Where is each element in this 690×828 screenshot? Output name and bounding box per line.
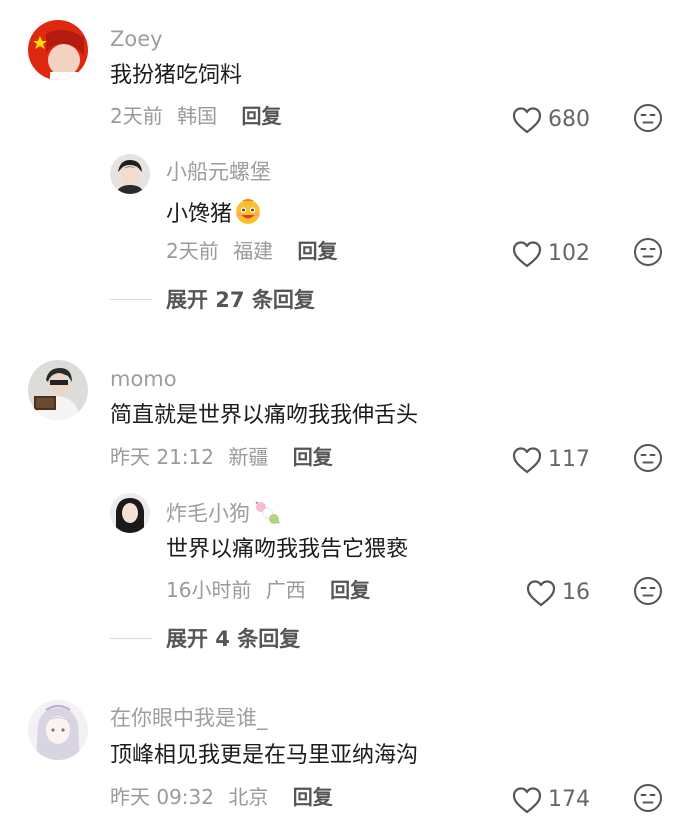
comment-meta: 2天前 韩国 回复 <box>110 104 281 128</box>
heart-outline-icon <box>512 786 542 814</box>
comment-location: 新疆 <box>228 445 269 469</box>
reply-text-content: 小馋猪 <box>166 202 233 227</box>
comment-text: 我扮猪吃饲料 <box>110 63 243 88</box>
reply-button[interactable]: 回复 <box>293 445 333 469</box>
avatar[interactable] <box>110 154 150 194</box>
avatar[interactable] <box>28 360 88 420</box>
like-count: 174 <box>548 787 590 812</box>
avatar[interactable] <box>28 20 88 80</box>
reply-location: 广西 <box>265 578 306 602</box>
unamused-face-icon[interactable] <box>633 237 663 267</box>
reply-username[interactable]: 炸毛小狗 <box>166 499 282 530</box>
drooling-face-emoji <box>234 197 262 233</box>
like-count: 16 <box>562 580 590 605</box>
reply-text: 世界以痛吻我我告它猥亵 <box>166 537 409 562</box>
reply-button[interactable]: 回复 <box>241 104 281 128</box>
comment-username[interactable]: momo <box>110 367 177 391</box>
expand-replies-label: 展开 27 条回复 <box>166 288 315 312</box>
reply-username-text: 炸毛小狗 <box>166 501 250 526</box>
heart-outline-icon <box>512 106 542 134</box>
comment-time: 昨天 09:32 <box>110 785 214 809</box>
comment-text: 顶峰相见我更是在马里亚纳海沟 <box>110 743 419 768</box>
reply-time: 2天前 <box>166 239 219 263</box>
comment-time: 昨天 21:12 <box>110 445 214 469</box>
comment-username[interactable]: 在你眼中我是谁_ <box>110 706 268 730</box>
like-count: 680 <box>548 107 590 132</box>
heart-outline-icon <box>526 579 556 607</box>
divider <box>110 637 152 639</box>
comment-location: 韩国 <box>177 104 218 128</box>
expand-replies-button[interactable]: 展开 27 条回复 <box>110 284 315 314</box>
like-button[interactable]: 117 <box>512 446 590 474</box>
like-button[interactable]: 16 <box>526 579 590 607</box>
like-count: 117 <box>548 447 590 472</box>
like-button[interactable]: 680 <box>512 106 590 134</box>
avatar[interactable] <box>110 493 150 533</box>
heart-outline-icon <box>512 240 542 268</box>
reply-button[interactable]: 回复 <box>293 785 333 809</box>
comment-meta: 昨天 21:12 新疆 回复 <box>110 445 333 469</box>
unamused-face-icon[interactable] <box>633 103 663 133</box>
like-button[interactable]: 174 <box>512 786 590 814</box>
reply-meta: 16小时前 广西 回复 <box>166 578 370 602</box>
comment-text: 简直就是世界以痛吻我我伸舌头 <box>110 403 419 428</box>
comment-username[interactable]: Zoey <box>110 27 163 51</box>
comment-meta: 昨天 09:32 北京 回复 <box>110 785 333 809</box>
comment-time: 2天前 <box>110 104 163 128</box>
reply-meta: 2天前 福建 回复 <box>166 239 337 263</box>
reply-time: 16小时前 <box>166 578 252 602</box>
like-count: 102 <box>548 241 590 266</box>
expand-replies-button[interactable]: 展开 4 条回复 <box>110 623 300 653</box>
dango-emoji <box>252 499 282 530</box>
reply-button[interactable]: 回复 <box>297 239 337 263</box>
reply-username[interactable]: 小船元螺堡 <box>166 160 271 184</box>
divider <box>110 298 152 300</box>
unamused-face-icon[interactable] <box>633 443 663 473</box>
unamused-face-icon[interactable] <box>633 783 663 813</box>
reply-button[interactable]: 回复 <box>330 578 370 602</box>
unamused-face-icon[interactable] <box>633 576 663 606</box>
avatar[interactable] <box>28 700 88 760</box>
comment-location: 北京 <box>228 785 269 809</box>
expand-replies-label: 展开 4 条回复 <box>166 627 301 651</box>
reply-location: 福建 <box>233 239 274 263</box>
heart-outline-icon <box>512 446 542 474</box>
like-button[interactable]: 102 <box>512 240 590 268</box>
reply-text: 小馋猪 <box>166 197 262 233</box>
